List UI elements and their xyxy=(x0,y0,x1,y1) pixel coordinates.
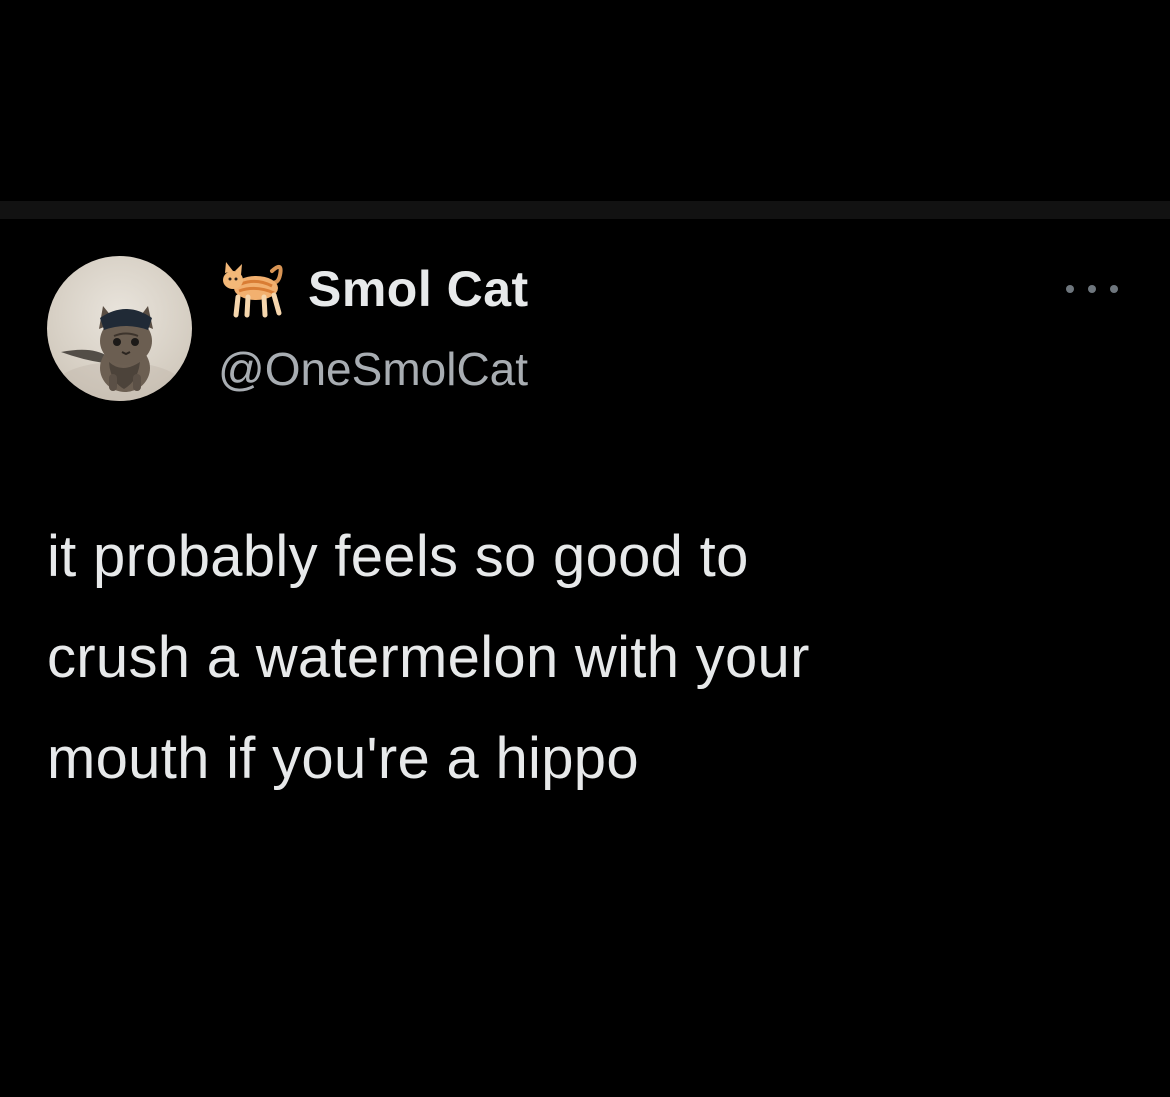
tweet-text: it probably feels so good to crush a wat… xyxy=(47,524,810,791)
tweet-screenshot: Smol Cat @OneSmolCat it probably feels s… xyxy=(0,0,1170,1097)
top-divider xyxy=(0,201,1170,219)
more-options-dot xyxy=(1110,285,1118,293)
tweet-card: Smol Cat @OneSmolCat it probably feels s… xyxy=(0,219,1170,1097)
avatar[interactable] xyxy=(47,256,192,401)
more-options-dot xyxy=(1088,285,1096,293)
more-options-button[interactable] xyxy=(1066,277,1118,301)
author-name-row[interactable]: Smol Cat xyxy=(218,257,529,321)
kitten-avatar-image xyxy=(57,306,181,401)
cat-emoji-icon xyxy=(218,257,290,321)
author-handle[interactable]: @OneSmolCat xyxy=(218,337,528,401)
author-display-name[interactable]: Smol Cat xyxy=(308,257,529,321)
more-options-dot xyxy=(1066,285,1074,293)
